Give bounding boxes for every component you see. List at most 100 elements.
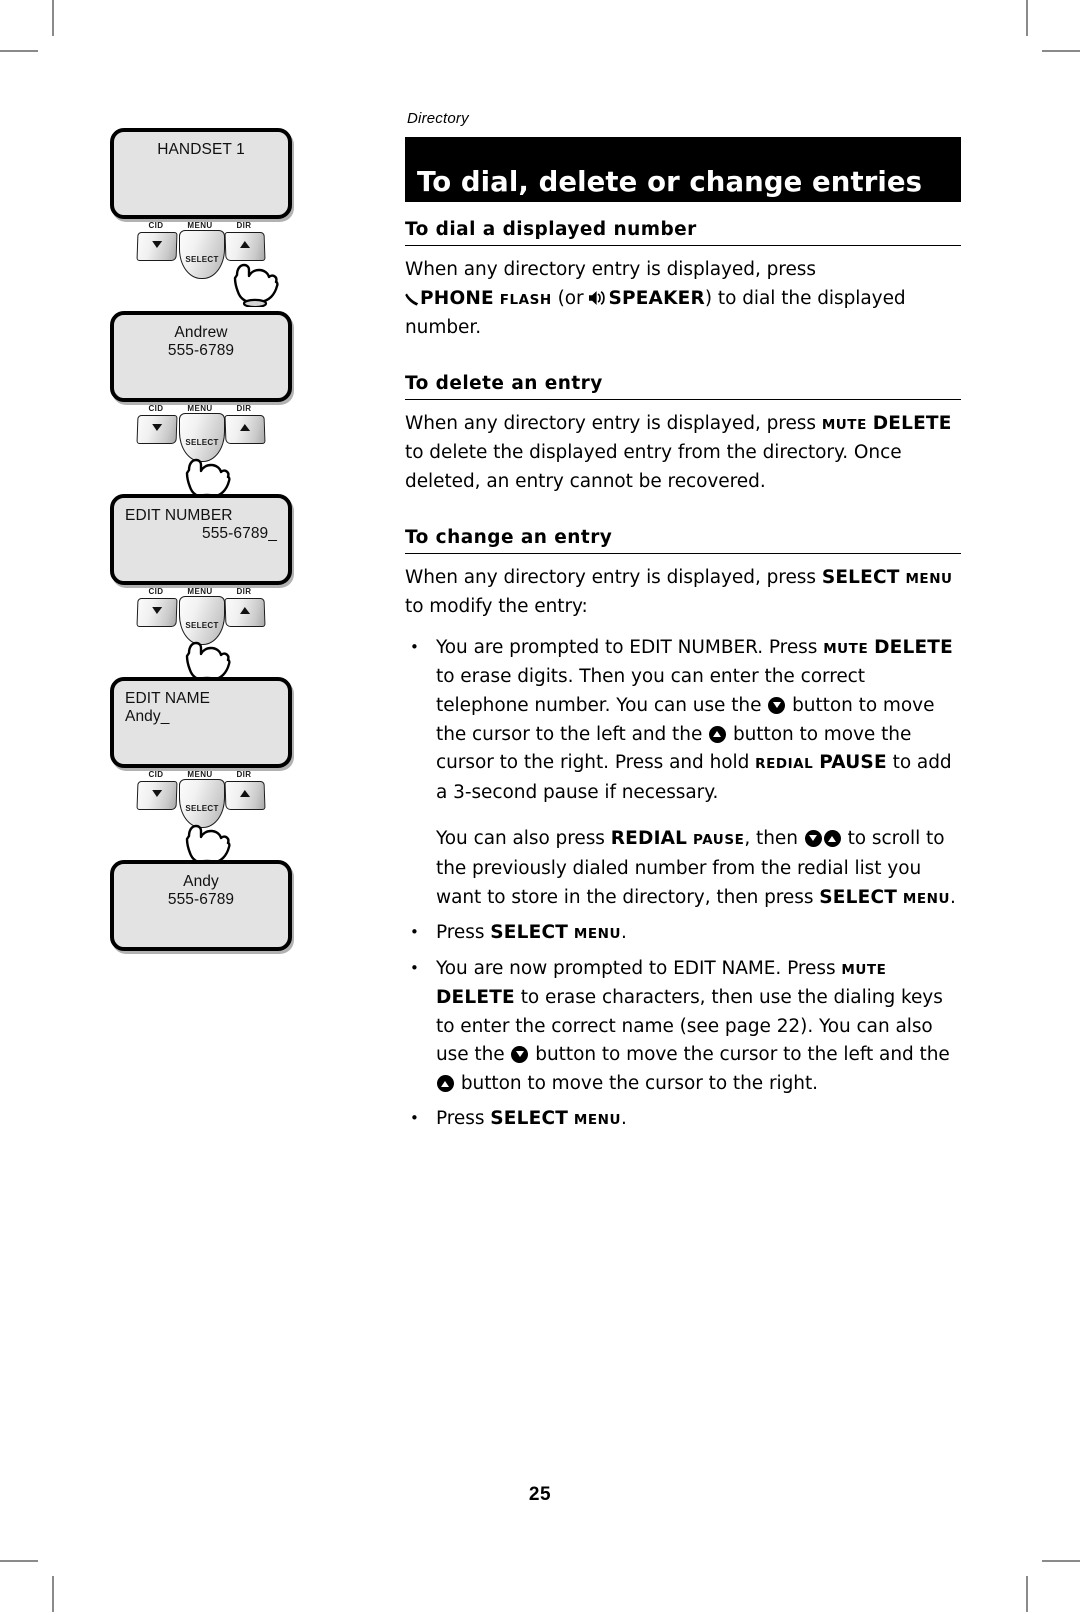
select-button-label: SELECT [821, 566, 900, 588]
dir-key-label: DIR [236, 221, 252, 230]
menu-button-label: MENU [573, 1111, 622, 1128]
lcd-screen: HANDSET 1 [110, 128, 292, 219]
b2-text-c: button to move the cursor to the left an… [529, 1044, 950, 1066]
cid-down-button[interactable] [136, 232, 178, 261]
menu-button-label: MENU [905, 570, 953, 587]
redial-button-label: REDIAL [610, 828, 688, 850]
change-text-a: When any directory entry is displayed, p… [405, 566, 822, 588]
arrow-up-icon [239, 424, 251, 431]
section-heading-delete: To delete an entry [405, 373, 961, 400]
delete-text-a: When any directory entry is displayed, p… [405, 412, 822, 434]
section-heading-change: To change an entry [405, 527, 961, 554]
dial-text-b: (or [551, 287, 590, 309]
lcd-line-1: EDIT NAME [125, 690, 211, 707]
keypad-cluster: CID MENU DIR SELECT [103, 585, 299, 685]
section-delete: To delete an entry When any directory en… [405, 373, 961, 497]
illustration-edit-number: EDIT NUMBER 555-6789_ CID MENU DIR SELEC… [103, 494, 299, 685]
cid-key-label: CID [148, 770, 164, 779]
nav-up-icon [437, 1075, 454, 1093]
lcd-line-2: 555-6789 [167, 342, 235, 359]
lcd-screen: Andrew 555-6789 [110, 311, 292, 402]
mute-button-label: MUTE [821, 416, 867, 433]
list-item: You are prompted to EDIT NUMBER. Press M… [405, 633, 961, 913]
arrow-up-icon [239, 790, 251, 797]
cid-down-button[interactable] [136, 781, 178, 810]
page-number: 25 [528, 1484, 552, 1505]
arrow-down-icon [151, 241, 163, 248]
b3-text-b: . [621, 1107, 627, 1129]
crop-mark-bottom-left-horizontal [0, 1560, 38, 1562]
b0-sub-a: You can also press [436, 828, 611, 850]
cid-key-label: CID [148, 404, 164, 413]
crop-mark-top-left-horizontal [0, 50, 38, 52]
b0-text-a: You are prompted to EDIT NUMBER. Press [436, 636, 824, 658]
flash-button-label: FLASH [499, 291, 552, 308]
nav-down-icon [511, 1046, 529, 1064]
keypad-cluster: CID MENU DIR SELECT [103, 768, 299, 868]
section-heading-dial: To dial a displayed number [405, 219, 961, 246]
delete-button-label: DELETE [436, 987, 515, 1009]
cid-down-button[interactable] [136, 598, 178, 627]
b0-sub-b: , then [744, 828, 804, 850]
nav-up-icon [823, 830, 841, 848]
pointing-hand-icon [233, 263, 279, 307]
menu-button-label: MENU [573, 926, 622, 943]
illustration-directory-entry: Andrew 555-6789 CID MENU DIR SELECT [103, 311, 299, 502]
menu-key-label: MENU [187, 221, 213, 230]
cid-key-label: CID [148, 587, 164, 596]
section-change-paragraph: When any directory entry is displayed, p… [405, 564, 961, 622]
illustration-saved-entry: Andy 555-6789 [103, 860, 299, 951]
arrow-down-icon [151, 607, 163, 614]
select-button-label: SELECT [185, 255, 219, 264]
pointing-hand-icon [185, 824, 231, 868]
b1-text-a: Press [436, 922, 491, 944]
pointing-hand-icon [185, 458, 231, 502]
illustration-edit-name: EDIT NAME Andy_ CID MENU DIR SELECT [103, 677, 299, 868]
lcd-line-1: Andrew [174, 324, 228, 341]
illustration-handset-1: HANDSET 1 CID MENU DIR SELECT [103, 128, 299, 311]
lcd-screen: Andy 555-6789 [110, 860, 292, 951]
change-text-b: to modify the entry: [405, 596, 588, 618]
keypad-cluster: CID MENU DIR SELECT [103, 219, 299, 311]
crop-mark-top-left-vertical [52, 0, 54, 36]
list-item: Press SELECT MENU. [405, 1104, 961, 1135]
dir-key-label: DIR [236, 404, 252, 413]
dir-key-label: DIR [236, 770, 252, 779]
illustration-column: HANDSET 1 CID MENU DIR SELECT Andrew 555 [103, 128, 299, 951]
select-menu-button[interactable]: SELECT [179, 230, 225, 279]
nav-down-icon [768, 696, 786, 714]
section-delete-paragraph: When any directory entry is displayed, p… [405, 410, 961, 497]
delete-button-label: DELETE [872, 412, 952, 434]
dir-key-label: DIR [236, 587, 252, 596]
lcd-line-1: Andy [183, 873, 219, 890]
section-dial: To dial a displayed number When any dire… [405, 219, 961, 343]
menu-key-label: MENU [187, 770, 213, 779]
b0-sub-paragraph: You can also press REDIAL PAUSE, then to… [436, 825, 961, 913]
lcd-line-2: Andy_ [125, 708, 170, 725]
page-title-bar: To dial, delete or change entries [405, 137, 961, 202]
page-title: To dial, delete or change entries [417, 166, 923, 198]
lcd-screen: EDIT NAME Andy_ [110, 677, 292, 768]
section-change: To change an entry When any directory en… [405, 527, 961, 1135]
menu-button-label: MENU [902, 890, 951, 907]
pause-button-label: PAUSE [819, 752, 887, 774]
cid-key-label: CID [148, 221, 164, 230]
phone-button-label: PHONE [420, 287, 494, 309]
menu-key-label: MENU [187, 404, 213, 413]
lcd-line-2: 555-6789 [167, 891, 235, 908]
nav-up-icon [709, 725, 727, 743]
pointing-hand-icon [185, 641, 231, 685]
b0-sub-d: . [950, 886, 956, 908]
phone-handset-icon [405, 293, 419, 306]
nav-down-icon [804, 830, 822, 848]
crop-mark-bottom-right-horizontal [1042, 1560, 1080, 1562]
lcd-line-1: EDIT NUMBER [125, 507, 233, 524]
speaker-button-label: SPEAKER [608, 287, 705, 309]
cid-down-button[interactable] [136, 415, 178, 444]
dial-text-a: When any directory entry is displayed, p… [405, 259, 816, 280]
list-item: Press SELECT MENU. [405, 918, 961, 949]
crop-mark-top-right-horizontal [1042, 50, 1080, 52]
crop-mark-bottom-left-vertical [52, 1576, 54, 1612]
select-button-label: SELECT [490, 922, 569, 944]
lcd-line-2: 555-6789_ [201, 525, 277, 542]
